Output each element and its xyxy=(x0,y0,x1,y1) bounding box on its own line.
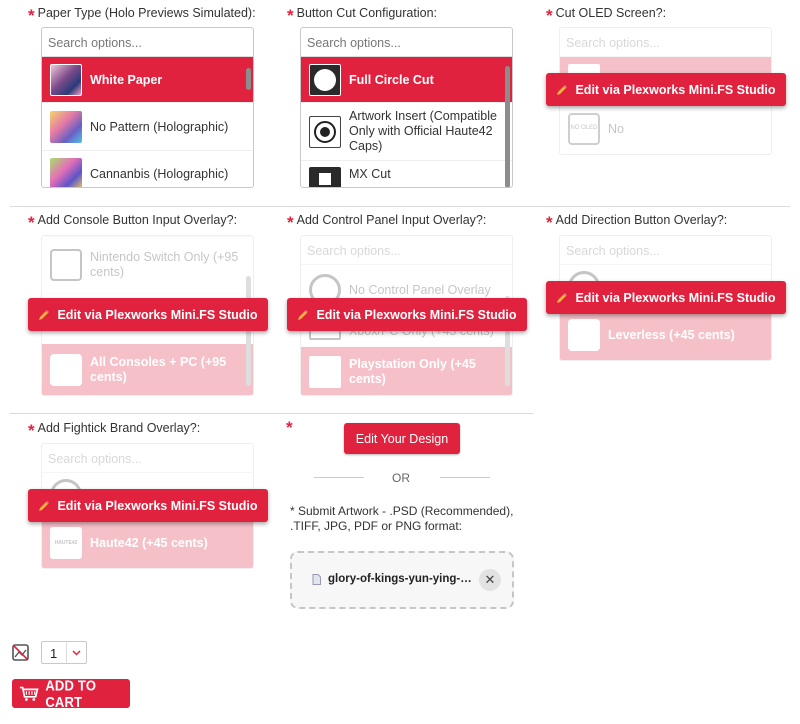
console-edit-studio-button[interactable]: Edit via Plexworks Mini.FS Studio xyxy=(28,298,268,331)
no-oled-icon: NO OLED xyxy=(568,112,600,145)
required-asterisk: * xyxy=(546,213,553,232)
artwork-insert-icon xyxy=(309,115,341,148)
paper-type-search-input[interactable]: Search options... xyxy=(42,28,253,57)
console-overlay-label: * Add Console Button Input Overlay?: xyxy=(28,213,238,232)
row-divider xyxy=(10,413,533,414)
button-cut-option-full-circle[interactable]: Full Circle Cut xyxy=(301,57,512,103)
row-divider xyxy=(10,206,790,207)
button-cut-option-artwork-insert[interactable]: Artwork Insert (Compatible Only with Off… xyxy=(301,103,512,161)
submit-artwork-note: * Submit Artwork - .PSD (Recommended), .… xyxy=(290,504,514,533)
paper-type-label: * Paper Type (Holo Previews Simulated): xyxy=(28,6,256,25)
pencil-icon xyxy=(39,500,50,511)
close-icon: ✕ xyxy=(484,572,496,587)
broken-image-icon xyxy=(12,644,29,661)
pencil-icon xyxy=(298,309,309,320)
console-option-all-consoles[interactable]: All Consoles + PC (+95 cents) xyxy=(42,344,253,395)
oled-edit-studio-button[interactable]: Edit via Plexworks Mini.FS Studio xyxy=(546,73,786,106)
direction-search-input[interactable]: Search options... xyxy=(560,236,771,265)
required-asterisk: * xyxy=(28,213,35,232)
required-asterisk: * xyxy=(286,418,293,437)
button-cut-label: * Button Cut Configuration: xyxy=(287,6,437,25)
quantity-select[interactable]: 1 xyxy=(41,641,87,664)
paper-type-option-no-pattern[interactable]: No Pattern (Holographic) xyxy=(42,103,253,151)
or-text: OR xyxy=(392,471,410,485)
or-divider-left xyxy=(314,477,364,478)
chevron-down-icon[interactable] xyxy=(66,642,86,663)
or-divider-right xyxy=(440,477,490,478)
oled-option-no[interactable]: NO OLED No xyxy=(560,103,771,154)
required-asterisk: * xyxy=(28,6,35,25)
full-circle-cut-icon xyxy=(309,63,341,96)
control-panel-edit-studio-button[interactable]: Edit via Plexworks Mini.FS Studio xyxy=(287,298,527,331)
brand-overlay-label: * Add Fightick Brand Overlay?: xyxy=(28,421,201,440)
remove-file-button[interactable]: ✕ xyxy=(479,569,501,591)
file-upload-dropzone[interactable]: glory-of-kings-yun-ying-… ✕ xyxy=(290,551,514,609)
pencil-icon xyxy=(557,84,568,95)
control-panel-label: * Add Control Panel Input Overlay?: xyxy=(287,213,487,232)
paper-type-scrollbar[interactable] xyxy=(246,68,251,90)
all-consoles-layout-icon xyxy=(50,353,82,386)
required-asterisk: * xyxy=(28,421,35,440)
oled-search-input[interactable]: Search options... xyxy=(560,28,771,57)
required-asterisk: * xyxy=(287,213,294,232)
quantity-value: 1 xyxy=(50,646,58,661)
pencil-icon xyxy=(39,309,50,320)
paper-type-option-white-paper[interactable]: White Paper xyxy=(42,57,253,103)
direction-option-leverless[interactable]: Leverless (+45 cents) xyxy=(560,309,771,360)
button-cut-search-input[interactable]: Search options... xyxy=(301,28,512,57)
playstation-icon xyxy=(309,355,341,388)
button-cut-listbox[interactable]: Search options... Full Circle Cut Artwor… xyxy=(300,27,513,188)
direction-overlay-label: * Add Direction Button Overlay?: xyxy=(546,213,728,232)
paper-type-listbox[interactable]: Search options... White Paper No Pattern… xyxy=(41,27,254,188)
direction-edit-studio-button[interactable]: Edit via Plexworks Mini.FS Studio xyxy=(546,281,786,314)
pencil-icon xyxy=(557,292,568,303)
brand-search-input[interactable]: Search options... xyxy=(42,444,253,473)
add-to-cart-button[interactable]: ADD TO CART xyxy=(12,677,130,710)
cart-icon xyxy=(19,686,39,701)
required-asterisk: * xyxy=(287,6,294,25)
oled-label: * Cut OLED Screen?: xyxy=(546,6,667,25)
haute42-logo: HAUTE42 xyxy=(50,526,82,559)
button-cut-scrollbar[interactable] xyxy=(505,66,510,187)
console-option-switch[interactable]: Nintendo Switch Only (+95 cents) xyxy=(42,236,253,294)
no-pattern-thumbnail xyxy=(50,110,82,143)
brand-option-haute42[interactable]: HAUTE42 Haute42 (+45 cents) xyxy=(42,517,253,568)
white-paper-thumbnail xyxy=(50,63,82,96)
mx-cut-icon xyxy=(309,167,341,187)
uploaded-file-name: glory-of-kings-yun-ying-… xyxy=(328,573,472,585)
add-to-cart-label: ADD TO CART xyxy=(45,677,97,710)
switch-layout-icon xyxy=(50,249,82,281)
control-option-playstation[interactable]: Playstation Only (+45 cents) xyxy=(301,347,512,395)
leverless-icon xyxy=(568,318,600,351)
required-asterisk: * xyxy=(546,6,553,25)
edit-your-design-button[interactable]: Edit Your Design xyxy=(344,423,460,454)
file-icon xyxy=(312,574,321,585)
cannanbis-thumbnail xyxy=(50,157,82,187)
button-cut-option-mx[interactable]: MX Cut xyxy=(301,161,512,187)
control-panel-search-input[interactable]: Search options... xyxy=(301,236,512,265)
paper-type-option-cannanbis[interactable]: Cannanbis (Holographic) xyxy=(42,151,253,187)
brand-edit-studio-button[interactable]: Edit via Plexworks Mini.FS Studio xyxy=(28,489,268,522)
console-overlay-scrollbar[interactable] xyxy=(246,276,251,386)
